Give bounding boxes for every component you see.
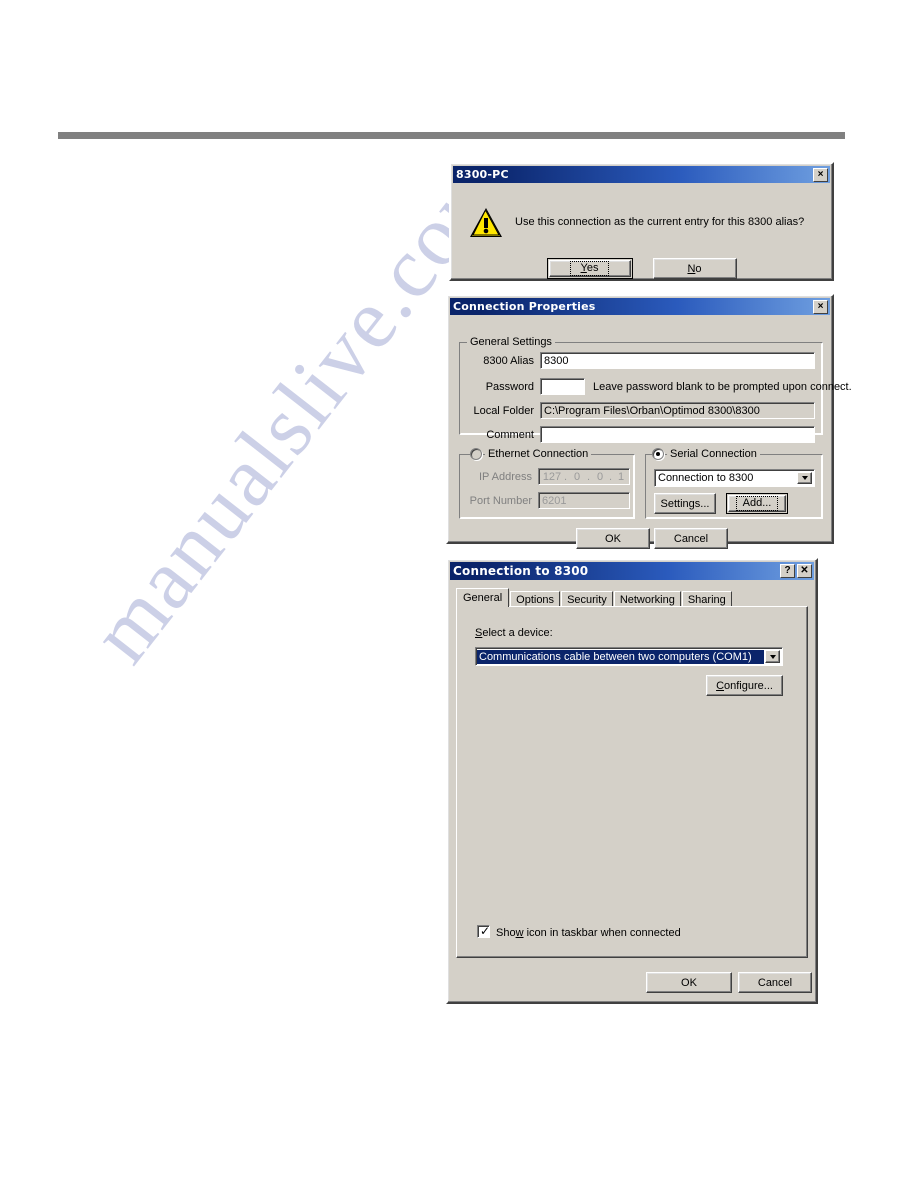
alias-input[interactable]: 8300 (540, 352, 815, 369)
show-icon-checkbox[interactable]: ✓ (477, 925, 490, 938)
configure-button[interactable]: Configure... (706, 675, 783, 696)
connection-to-8300-dialog: Connection to 8300 ? ✕ General Options S… (446, 558, 818, 1004)
ethernet-legend: Ethernet Connection (485, 448, 592, 460)
general-tab-panel: Select a device: Communications cable be… (456, 606, 808, 958)
device-value: Communications cable between two compute… (477, 649, 764, 664)
properties-titlebar: Connection Properties × (450, 298, 830, 315)
tabstrip: General Options Security Networking Shar… (456, 588, 808, 608)
device-combo[interactable]: Communications cable between two compute… (475, 647, 783, 666)
tab-networking-label: Networking (619, 594, 675, 606)
message-dialog-buttons: Yes No (453, 258, 830, 279)
connection-cancel-button[interactable]: Cancel (738, 972, 812, 993)
connection-titlebar: Connection to 8300 ? ✕ (450, 562, 814, 580)
password-label: Password (485, 381, 534, 393)
serial-legend: Serial Connection (667, 448, 760, 460)
message-dialog: 8300-PC × Use this connection as the cur… (449, 162, 834, 281)
yes-button-label-rest: es (586, 262, 599, 274)
connection-ok-button[interactable]: OK (646, 972, 732, 993)
connection-properties-dialog: Connection Properties × General Settings… (446, 294, 852, 549)
properties-ok-button[interactable]: OK (576, 528, 650, 549)
help-icon[interactable]: ? (780, 564, 795, 578)
serial-connection-group: Serial Connection Connection to 8300 Set… (645, 448, 823, 519)
ip-address-input[interactable]: 127 . 0 . 0 . 1 (538, 468, 630, 485)
show-icon-checkbox-label: Show icon in taskbar when connected (496, 927, 681, 939)
page-header-rule (58, 132, 845, 139)
settings-button[interactable]: Settings... (654, 493, 716, 514)
tab-general[interactable]: General (456, 588, 510, 607)
chevron-down-icon[interactable] (797, 472, 812, 484)
close-icon[interactable]: ✕ (797, 564, 812, 578)
ethernet-radio[interactable] (470, 448, 482, 460)
chevron-down-icon[interactable] (765, 650, 780, 663)
connection-cancel-label: Cancel (757, 976, 793, 989)
tab-sharing-label: Sharing (687, 594, 726, 606)
comment-input[interactable] (540, 426, 815, 443)
close-icon[interactable]: × (813, 167, 828, 182)
ip-address-label: IP Address (479, 471, 532, 483)
add-button-label: Add... (735, 496, 779, 511)
password-hint: Leave password blank to be prompted upon… (593, 381, 852, 393)
properties-ok-label: OK (605, 532, 621, 545)
tab-options-label: Options (516, 594, 555, 606)
local-folder-value: C:\Program Files\Orban\Optimod 8300\8300 (540, 402, 815, 419)
settings-button-label: Settings... (660, 497, 710, 510)
select-device-label: Select a device: (475, 627, 553, 639)
ethernet-connection-group: Ethernet Connection IP Address 127 . 0 .… (459, 448, 635, 519)
select-device-label-rest: elect a device: (482, 627, 553, 639)
connection-ok-label: OK (681, 976, 697, 989)
password-input[interactable] (540, 378, 585, 395)
tab-general-label: General (463, 592, 503, 604)
yes-button[interactable]: Yes (546, 258, 633, 279)
add-button[interactable]: Add... (726, 493, 788, 514)
serial-radio[interactable] (652, 448, 664, 460)
comment-label: Comment (486, 429, 534, 441)
alias-label: 8300 Alias (483, 355, 534, 367)
ip-octet-1: 127 (542, 471, 562, 483)
general-settings-group: General Settings 8300 Alias 8300 Passwor… (459, 336, 852, 443)
local-folder-label: Local Folder (473, 405, 534, 417)
message-dialog-titlebar: 8300-PC × (453, 166, 830, 183)
show-icon-label-rest: icon in taskbar when connected (523, 927, 681, 939)
connection-dialog-title: Connection to 8300 (453, 564, 589, 578)
no-button-label-rest: o (695, 262, 702, 275)
port-number-label: Port Number (469, 495, 532, 507)
ip-octet-2: 0 (573, 471, 581, 483)
serial-connection-combo[interactable]: Connection to 8300 (654, 469, 815, 487)
properties-cancel-label: Cancel (673, 532, 709, 545)
no-button[interactable]: No (652, 258, 737, 279)
ip-octet-4: 1 (617, 471, 625, 483)
close-icon[interactable]: × (813, 299, 828, 314)
tab-security-label: Security (567, 594, 607, 606)
message-dialog-title: 8300-PC (456, 168, 509, 181)
port-number-input[interactable]: 6201 (538, 492, 630, 509)
serial-connection-value: Connection to 8300 (658, 472, 754, 484)
configure-button-label: Configure... (716, 679, 773, 692)
warning-triangle-icon (470, 208, 502, 237)
properties-cancel-button[interactable]: Cancel (654, 528, 728, 549)
ip-octet-3: 0 (596, 471, 604, 483)
general-settings-legend: General Settings (467, 336, 555, 348)
properties-dialog-title: Connection Properties (453, 300, 596, 313)
message-dialog-text: Use this connection as the current entry… (515, 216, 805, 228)
